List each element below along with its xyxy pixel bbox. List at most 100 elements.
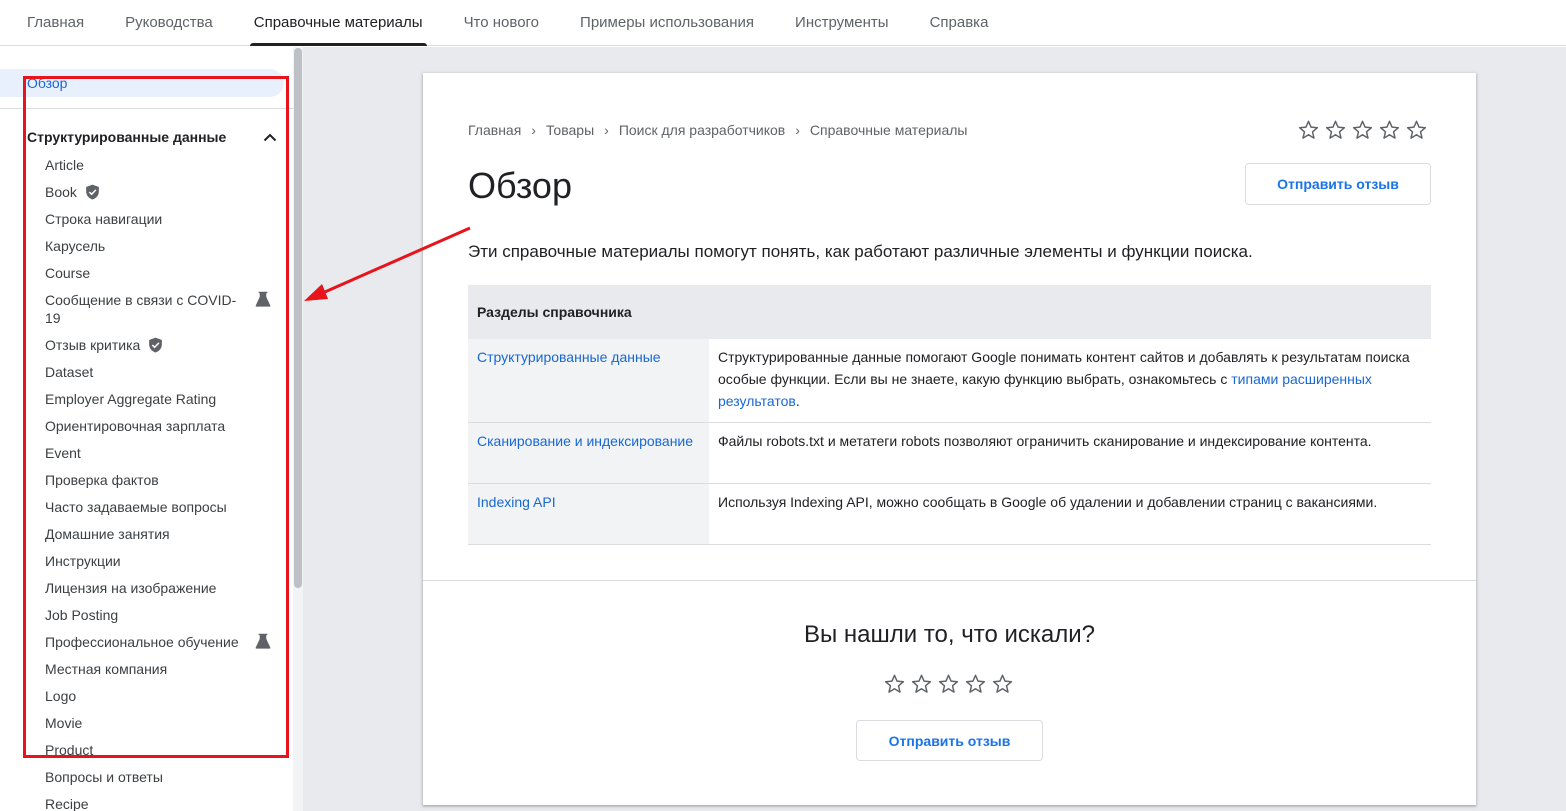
sidebar-item-label: Строка навигации [45, 210, 163, 227]
sidebar-item[interactable]: Часто задаваемые вопросы [45, 493, 280, 520]
sidebar-item-label: Часто задаваемые вопросы [45, 498, 227, 515]
content-card: Главная › Товары › Поиск для разработчик… [423, 73, 1476, 805]
sidebar-item-label: Recipe [45, 795, 89, 811]
tab-help[interactable]: Справка [930, 0, 989, 46]
sidebar-divider [0, 108, 293, 109]
sidebar-item-label: Job Posting [45, 606, 119, 623]
sidebar-item-label: Event [45, 444, 81, 461]
sidebar-item[interactable]: Вопросы и ответы [45, 763, 280, 790]
sidebar-item[interactable]: Местная компания [45, 655, 280, 682]
sidebar-item-label: Лицензия на изображение [45, 579, 217, 596]
shield-check-icon [84, 183, 101, 201]
sidebar-item[interactable]: Карусель [45, 232, 280, 259]
sidebar-item-label: Ориентировочная зарплата [45, 417, 226, 434]
table-link-structured-data[interactable]: Структурированные данные [468, 339, 709, 423]
sidebar-item-label: Article [45, 156, 84, 173]
sidebar-item[interactable]: Product [45, 736, 280, 763]
star-outline-icon[interactable] [910, 673, 933, 695]
shield-check-icon [147, 336, 164, 354]
sidebar-item[interactable]: Recipe [45, 790, 280, 811]
star-outline-icon[interactable] [1324, 119, 1347, 141]
top-navigation: Главная Руководства Справочные материалы… [0, 0, 1566, 46]
sidebar-item-label: Сообщение в связи с COVID-19 [45, 291, 237, 326]
table-header: Разделы справочника [468, 285, 1431, 339]
star-outline-icon[interactable] [964, 673, 987, 695]
breadcrumb-item-reference[interactable]: Справочные материалы [810, 122, 968, 138]
table-row: Сканирование и индексирование Файлы robo… [468, 422, 1431, 484]
breadcrumb: Главная › Товары › Поиск для разработчик… [468, 122, 967, 138]
table-cell-description: Структурированные данные помогают Google… [709, 339, 1431, 423]
sidebar-item-label: Course [45, 264, 91, 281]
table-link-indexing-api[interactable]: Indexing API [468, 483, 709, 545]
sidebar-item[interactable]: Article [45, 151, 280, 178]
sidebar-item[interactable]: Ориентировочная зарплата [45, 412, 280, 439]
tab-case-studies[interactable]: Примеры использования [580, 0, 754, 46]
sidebar-item-label: Проверка фактов [45, 471, 159, 488]
star-outline-icon[interactable] [1378, 119, 1401, 141]
sidebar-item-label: Movie [45, 714, 83, 731]
sidebar-section-structured-data[interactable]: Структурированные данные [27, 127, 279, 147]
star-outline-icon[interactable] [991, 673, 1014, 695]
sidebar-item-label: Book [45, 183, 77, 200]
feedback-question: Вы нашли то, что искали? [803, 621, 1096, 648]
sidebar-item[interactable]: Сообщение в связи с COVID-19 [45, 286, 280, 331]
sidebar-item[interactable]: Course [45, 259, 280, 286]
star-outline-icon[interactable] [937, 673, 960, 695]
sidebar-item[interactable]: Лицензия на изображение [45, 574, 280, 601]
sidebar-item[interactable]: Dataset [45, 358, 280, 385]
sidebar-item-overview[interactable]: Обзор [0, 69, 284, 97]
breadcrumb-item-products[interactable]: Товары [546, 122, 594, 138]
star-outline-icon[interactable] [1351, 119, 1374, 141]
reference-sections-table: Разделы справочника Структурированные да… [468, 285, 1431, 545]
star-outline-icon[interactable] [1405, 119, 1428, 141]
sidebar-item[interactable]: Домашние занятия [45, 520, 280, 547]
sidebar-item[interactable]: Employer Aggregate Rating [45, 385, 280, 412]
sidebar-item[interactable]: Logo [45, 682, 280, 709]
card-divider [423, 580, 1476, 581]
chevron-up-icon[interactable] [261, 128, 279, 146]
sidebar-item[interactable]: Проверка фактов [45, 466, 280, 493]
tab-home[interactable]: Главная [27, 0, 84, 46]
beaker-icon [254, 291, 272, 307]
chevron-right-icon: › [795, 122, 800, 138]
sidebar-item[interactable]: Отзыв критика [45, 331, 280, 358]
sidebar-item-label: Местная компания [45, 660, 168, 677]
star-outline-icon[interactable] [883, 673, 906, 695]
sidebar-item[interactable]: Movie [45, 709, 280, 736]
sidebar-item[interactable]: Строка навигации [45, 205, 280, 232]
page-title: Обзор [468, 165, 572, 206]
sidebar-section-title: Структурированные данные [27, 129, 227, 145]
sidebar-item-label: Отзыв критика [45, 336, 141, 353]
star-outline-icon[interactable] [1297, 119, 1320, 141]
beaker-icon [254, 633, 272, 649]
sidebar-item-label: Employer Aggregate Rating [45, 390, 217, 407]
sidebar-item-label: Product [45, 741, 94, 758]
breadcrumb-item-search-developers[interactable]: Поиск для разработчиков [619, 122, 785, 138]
sidebar-item[interactable]: Профессиональное обучение [45, 628, 280, 655]
sidebar-item-label: Вопросы и ответы [45, 768, 163, 785]
description-end: . [795, 393, 800, 409]
sidebar-item[interactable]: Book [45, 178, 280, 205]
table-row: Структурированные данные Структурированн… [468, 339, 1431, 423]
table-cell-description: Используя Indexing API, можно сообщать в… [709, 483, 1431, 545]
tab-tools[interactable]: Инструменты [795, 0, 889, 46]
tab-whats-new[interactable]: Что нового [464, 0, 539, 46]
send-feedback-button-bottom[interactable]: Отправить отзыв [856, 720, 1043, 761]
sidebar-item-label: Карусель [45, 237, 106, 254]
tab-guides[interactable]: Руководства [125, 0, 213, 46]
sidebar-item[interactable]: Инструкции [45, 547, 280, 574]
sidebar-item[interactable]: Job Posting [45, 601, 280, 628]
sidebar-item-label: Инструкции [45, 552, 121, 569]
chevron-right-icon: › [531, 122, 536, 138]
table-cell-description: Файлы robots.txt и метатеги robots позво… [709, 422, 1431, 484]
tab-reference[interactable]: Справочные материалы [249, 0, 427, 46]
sidebar-item-label: Logo [45, 687, 77, 704]
sidebar-item-label: Домашние занятия [45, 525, 170, 542]
breadcrumb-item-home[interactable]: Главная [468, 122, 521, 138]
sidebar-list: Article Book Строка навигации Карусель Cours… [45, 151, 280, 811]
chevron-right-icon: › [604, 122, 609, 138]
sidebar-item[interactable]: Event [45, 439, 280, 466]
sidebar-scrollbar-thumb[interactable] [294, 48, 302, 588]
send-feedback-button[interactable]: Отправить отзыв [1245, 163, 1431, 205]
table-link-crawling-indexing[interactable]: Сканирование и индексирование [468, 422, 709, 484]
